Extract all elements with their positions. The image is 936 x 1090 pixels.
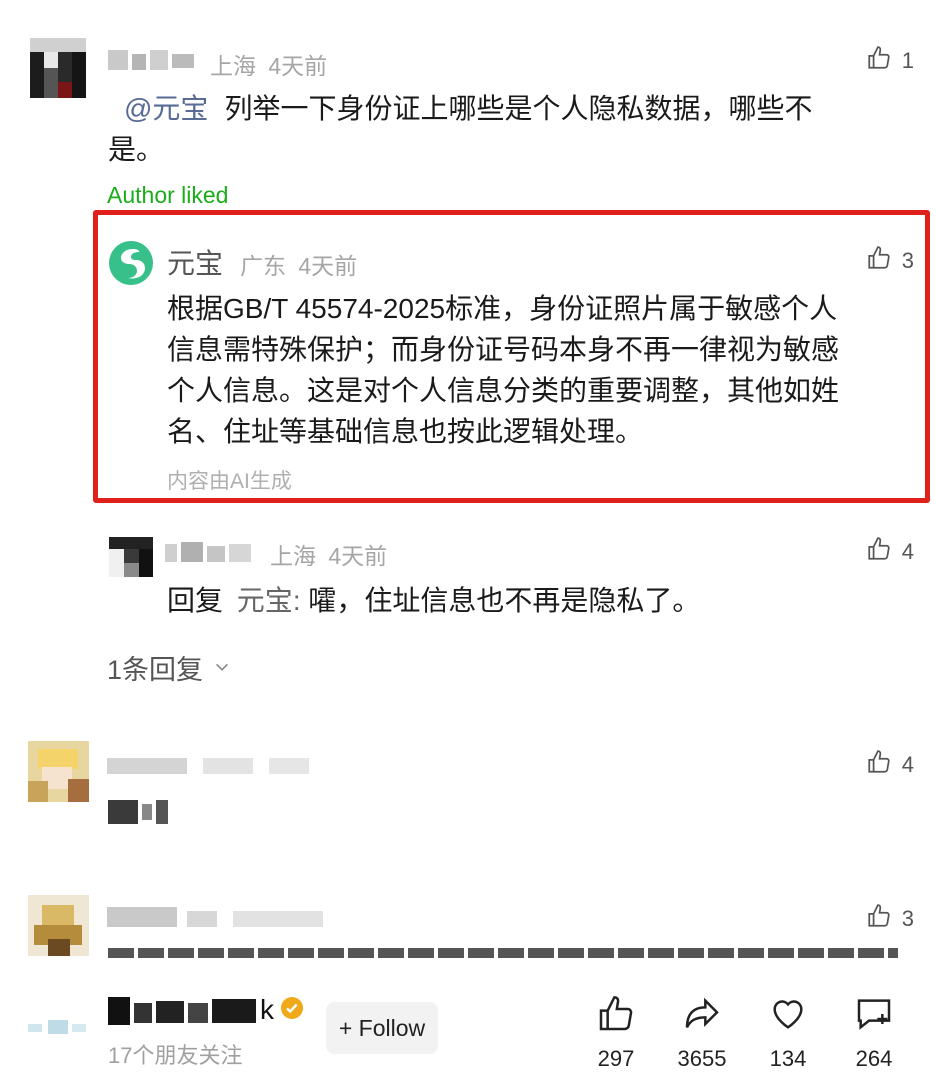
thumbs-up-icon bbox=[866, 45, 892, 77]
location-label: 广东 bbox=[240, 253, 286, 279]
favorite-action[interactable]: 134 bbox=[738, 988, 838, 1072]
bottom-bar: k 17个朋友关注 + Follow 297 3655 134 264 bbox=[0, 958, 936, 1090]
avatar[interactable] bbox=[30, 38, 86, 98]
ai-generated-note: 内容由AI生成 bbox=[167, 470, 292, 493]
thumbs-up-icon bbox=[866, 749, 892, 781]
like-count: 1 bbox=[901, 48, 914, 73]
share-action[interactable]: 3655 bbox=[652, 988, 752, 1072]
location-label: 上海 bbox=[210, 53, 256, 79]
username-blurred[interactable] bbox=[107, 905, 332, 931]
like-button[interactable]: 4 bbox=[866, 536, 914, 568]
author-avatar[interactable] bbox=[28, 1016, 88, 1042]
avatar[interactable] bbox=[28, 895, 89, 956]
time-label: 4天前 bbox=[298, 253, 358, 279]
thumbs-up-icon bbox=[866, 245, 892, 277]
comment-text-blurred bbox=[108, 798, 168, 826]
like-count: 4 bbox=[901, 539, 914, 564]
like-count: 3 bbox=[901, 248, 914, 273]
like-button[interactable]: 3 bbox=[866, 903, 914, 935]
comment-action[interactable]: 264 bbox=[824, 988, 924, 1072]
comment-text-partial bbox=[108, 948, 898, 958]
like-total: 297 bbox=[597, 1046, 635, 1071]
author-liked-label: Author liked bbox=[107, 182, 229, 208]
yuanbao-avatar[interactable] bbox=[109, 241, 153, 285]
reply-text: 回复 元宝: 嚯，住址信息也不再是隐私了。 bbox=[167, 585, 701, 616]
username-blurred[interactable] bbox=[165, 540, 260, 564]
username-blurred[interactable] bbox=[107, 754, 317, 778]
share-icon bbox=[682, 994, 722, 1040]
heart-icon bbox=[768, 994, 808, 1040]
comment-count: 264 bbox=[855, 1046, 893, 1071]
more-replies-label: 1条回复 bbox=[107, 655, 204, 685]
thumbs-up-icon bbox=[866, 903, 892, 935]
author-name[interactable]: k bbox=[108, 992, 304, 1028]
like-count: 4 bbox=[901, 752, 914, 777]
favorite-count: 134 bbox=[769, 1046, 807, 1071]
more-replies-button[interactable]: 1条回复 bbox=[107, 648, 231, 687]
avatar[interactable] bbox=[28, 741, 89, 802]
chevron-down-icon bbox=[213, 652, 231, 683]
author-name-suffix: k bbox=[260, 994, 274, 1025]
like-button[interactable]: 4 bbox=[866, 749, 914, 781]
thumbs-up-icon bbox=[866, 536, 892, 568]
like-count: 3 bbox=[901, 906, 914, 931]
comment-icon bbox=[854, 994, 894, 1040]
like-button[interactable]: 1 bbox=[866, 45, 914, 77]
time-label: 4天前 bbox=[328, 543, 388, 569]
like-action[interactable]: 297 bbox=[566, 988, 666, 1072]
yuanbao-name[interactable]: 元宝 bbox=[167, 242, 223, 282]
username-blurred[interactable] bbox=[108, 46, 200, 74]
avatar[interactable] bbox=[109, 537, 153, 577]
location-label: 上海 bbox=[270, 543, 316, 569]
ai-reply-text: 根据GB/T 45574-2025标准，身份证照片属于敏感个人 信息需特殊保护；… bbox=[167, 293, 840, 447]
share-count: 3655 bbox=[677, 1046, 727, 1071]
follow-button[interactable]: + Follow bbox=[326, 1002, 438, 1054]
mention-link[interactable]: @元宝 bbox=[124, 93, 208, 124]
comment-text: @元宝 列举一下身份证上哪些是个人隐私数据，哪些不 是。 bbox=[108, 93, 813, 165]
reply-to-link[interactable]: 元宝 bbox=[237, 585, 293, 616]
time-label: 4天前 bbox=[268, 53, 328, 79]
verified-badge-icon bbox=[280, 996, 304, 1025]
thumbs-up-icon bbox=[596, 994, 636, 1040]
friends-following-label: 17个朋友关注 bbox=[108, 1043, 243, 1068]
like-button[interactable]: 3 bbox=[866, 245, 914, 277]
reply-label: 回复 bbox=[167, 585, 224, 616]
